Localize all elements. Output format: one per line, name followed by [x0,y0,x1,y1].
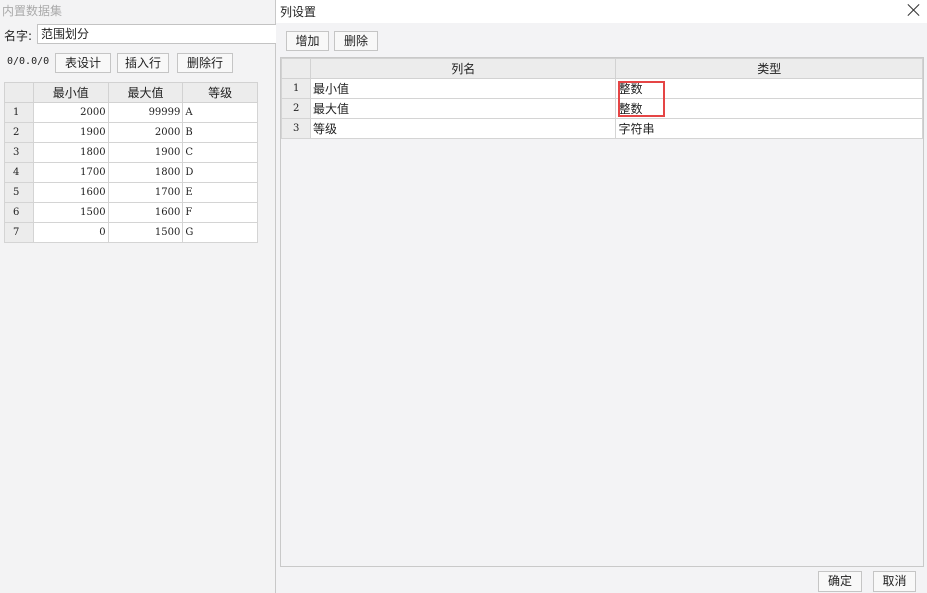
insert-row-button[interactable]: 插入行 [117,53,169,73]
grade-cell[interactable]: E [182,182,258,203]
corner-cell [4,82,34,103]
row-number[interactable]: 3 [4,142,34,163]
column-type-cell[interactable]: 整数 [615,98,923,119]
column-header-min[interactable]: 最小值 [32,82,109,103]
name-label: 名字: [4,29,33,43]
max-cell[interactable]: 1800 [107,162,184,183]
max-cell[interactable]: 1500 [107,222,184,243]
column-header-type[interactable]: 类型 [615,58,923,79]
table-row: 3 等级 字符串 [281,118,923,139]
max-cell[interactable]: 99999 [107,102,184,123]
min-cell[interactable]: 1700 [32,162,109,183]
row-number[interactable]: 3 [281,118,311,139]
table-row: 5 1600 1700 E [4,182,258,203]
table-row: 4 1700 1800 D [4,162,258,183]
name-input[interactable]: 范围划分 [37,24,277,44]
grade-cell[interactable]: A [182,102,258,123]
row-number[interactable]: 1 [281,78,311,99]
row-number[interactable]: 2 [281,98,311,119]
column-name-cell[interactable]: 最小值 [309,78,617,99]
dataset-window-title: 内置数据集 [2,4,63,18]
column-name-cell[interactable]: 等级 [309,118,617,139]
column-type-cell[interactable]: 字符串 [615,118,923,139]
column-grid: 列名 类型 1 最小值 整数 2 最大值 整数 3 等级 字符串 [280,57,924,567]
add-button[interactable]: 增加 [286,31,329,51]
ok-button[interactable]: 确定 [818,571,862,592]
row-counter: 0/0.0/0 [7,56,50,67]
min-cell[interactable]: 2000 [32,102,109,123]
dataset-window: 内置数据集 名字: 范围划分 0/0.0/0 表设计 插入行 删除行 最小值 最… [0,0,277,593]
close-icon[interactable] [907,3,921,17]
row-number[interactable]: 1 [4,102,34,123]
column-table: 列名 类型 1 最小值 整数 2 最大值 整数 3 等级 字符串 [281,58,923,139]
row-number[interactable]: 7 [4,222,34,243]
min-cell[interactable]: 1800 [32,142,109,163]
grade-cell[interactable]: G [182,222,258,243]
max-cell[interactable]: 1900 [107,142,184,163]
dataset-table: 最小值 最大值 等级 1 2000 99999 A 2 1900 2000 B … [4,82,258,243]
table-design-button[interactable]: 表设计 [55,53,111,73]
max-cell[interactable]: 2000 [107,122,184,143]
corner-cell [281,58,311,79]
table-row: 7 0 1500 G [4,222,258,243]
table-row: 3 1800 1900 C [4,142,258,163]
table-row: 6 1500 1600 F [4,202,258,223]
delete-row-button[interactable]: 删除行 [177,53,233,73]
row-number[interactable]: 2 [4,122,34,143]
column-settings-dialog: 列设置 增加 删除 列名 类型 1 最小值 整数 2 最大值 整数 3 等级 字… [276,0,927,593]
column-name-cell[interactable]: 最大值 [309,98,617,119]
cancel-button[interactable]: 取消 [873,571,916,592]
row-number[interactable]: 5 [4,182,34,203]
min-cell[interactable]: 0 [32,222,109,243]
column-header-max[interactable]: 最大值 [107,82,184,103]
min-cell[interactable]: 1500 [32,202,109,223]
column-type-cell[interactable]: 整数 [615,78,923,99]
row-number[interactable]: 4 [4,162,34,183]
max-cell[interactable]: 1700 [107,182,184,203]
grade-cell[interactable]: C [182,142,258,163]
column-header-grade[interactable]: 等级 [182,82,258,103]
grade-cell[interactable]: D [182,162,258,183]
grade-cell[interactable]: F [182,202,258,223]
max-cell[interactable]: 1600 [107,202,184,223]
min-cell[interactable]: 1600 [32,182,109,203]
grade-cell[interactable]: B [182,122,258,143]
table-row: 1 2000 99999 A [4,102,258,123]
dialog-title: 列设置 [280,5,317,19]
table-row: 2 1900 2000 B [4,122,258,143]
table-row: 1 最小值 整数 [281,78,923,99]
delete-button[interactable]: 删除 [334,31,378,51]
column-header-name[interactable]: 列名 [309,58,617,79]
row-number[interactable]: 6 [4,202,34,223]
min-cell[interactable]: 1900 [32,122,109,143]
dialog-titlebar: 列设置 [276,0,927,23]
table-row: 2 最大值 整数 [281,98,923,119]
